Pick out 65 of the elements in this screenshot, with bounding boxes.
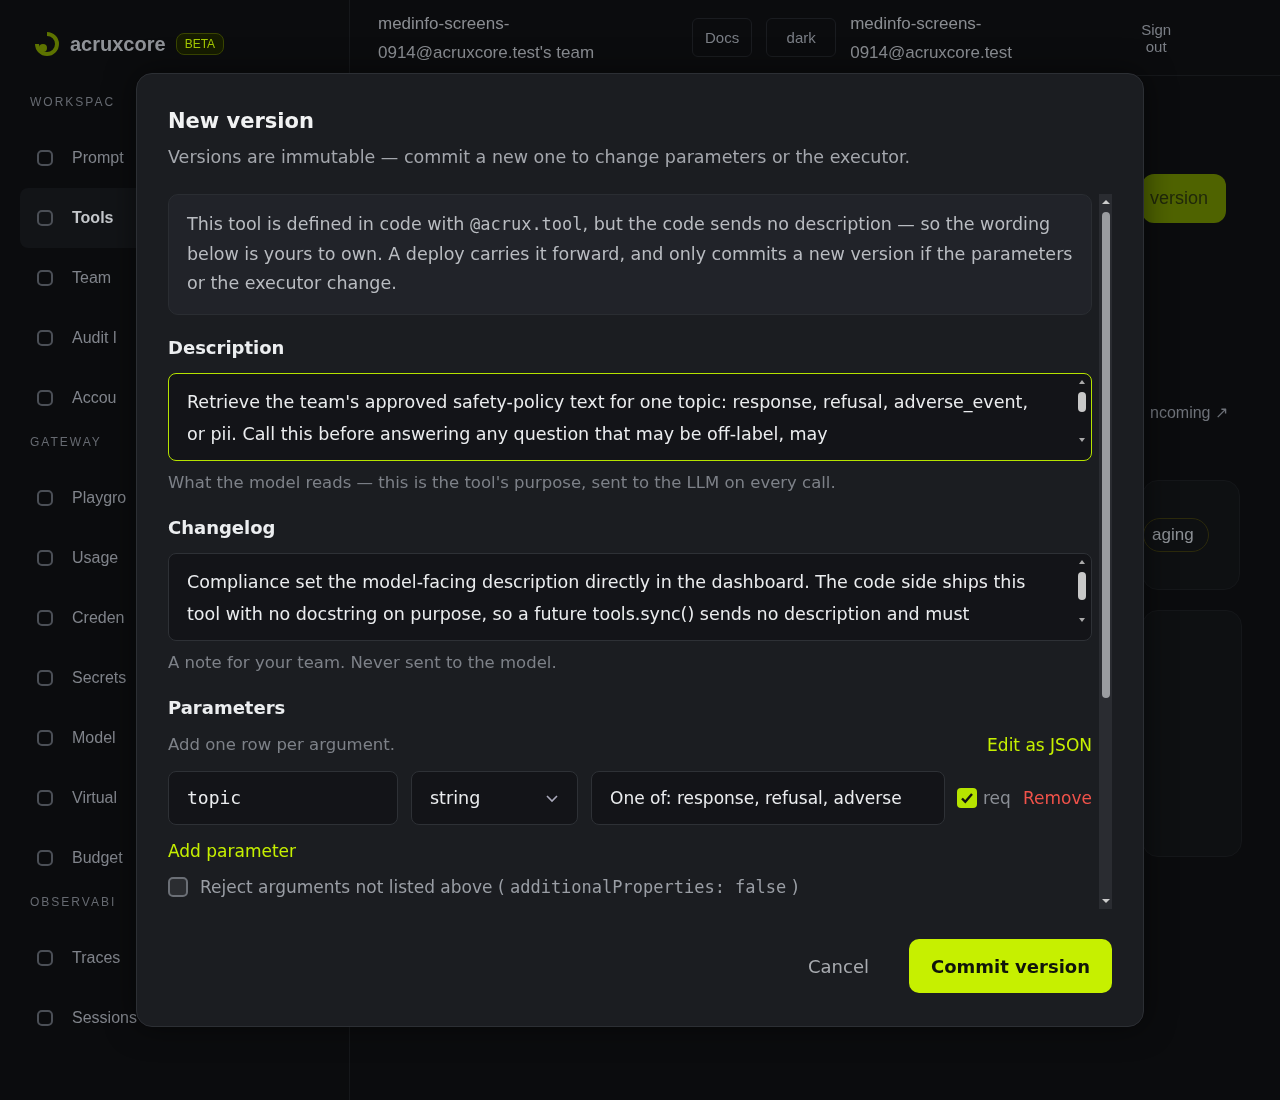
description-field[interactable]: Retrieve the team's approved safety-policy text for one topic: response, refusal, adverse_event, or pii. Call this before answering any question that may be off-label, may xyxy=(168,372,1092,461)
field-hint: A note for your team. Never sent to the model. xyxy=(168,651,558,674)
sidebar-item[interactable]: Virtual xyxy=(72,789,118,807)
sidebar-item[interactable]: Traces xyxy=(72,949,121,967)
square-icon xyxy=(36,389,54,407)
edit-as-json-link[interactable]: Edit as JSON xyxy=(987,734,1092,755)
sidebar-item[interactable]: Secrets xyxy=(72,669,127,687)
section-heading: OBSERVABI xyxy=(30,895,117,909)
field-label: Changelog xyxy=(168,515,277,540)
reject-checkbox[interactable] xyxy=(168,876,188,897)
square-icon xyxy=(36,269,54,287)
square-icon xyxy=(36,489,54,507)
sidebar-item[interactable]: Sessions xyxy=(72,1009,137,1027)
user-email: medinfo-screens-0914@acruxcore.test xyxy=(850,12,1014,64)
section-heading: GATEWAY xyxy=(30,435,102,449)
sidebar-item[interactable]: Accou xyxy=(72,389,117,407)
chevron-down-icon xyxy=(545,792,559,803)
info-note: This tool is defined in code with @acrux.tool, but the code sends no description — so the wording below is yours to own. A deploy carries it forward, and only commits a new version if the parameters or the executor change. xyxy=(168,194,1092,315)
team-name: medinfo-screens-0914@acruxcore.test's team xyxy=(378,12,596,64)
sidebar-item[interactable]: Playgro xyxy=(72,489,127,507)
sidebar-item[interactable]: Budget xyxy=(72,849,123,867)
sidebar-item[interactable]: Prompt xyxy=(72,149,124,167)
sidebar-item[interactable]: Creden xyxy=(72,609,125,627)
cancel-button[interactable]: Cancel xyxy=(802,954,875,978)
add-parameter-link[interactable]: Add parameter xyxy=(168,840,297,861)
dialog-title: New version xyxy=(168,108,315,135)
square-icon xyxy=(36,609,54,627)
brand-name: acruxcore xyxy=(70,32,166,56)
sign-out-button[interactable]: Sign out xyxy=(1124,10,1189,65)
required-label: req xyxy=(983,787,1011,808)
square-icon xyxy=(36,789,54,807)
page-link[interactable]: ncoming ↗ xyxy=(1142,403,1228,422)
beta-badge: BETA xyxy=(175,33,225,55)
parameter-name-field[interactable]: topic xyxy=(168,770,398,825)
square-icon xyxy=(36,329,54,347)
changelog-field[interactable]: Compliance set the model-facing description directly in the dashboard. The code side ships this tool with no docstring on purpose, so a future tools.sync() sends no description and must xyxy=(168,552,1092,641)
field-label: Parameters xyxy=(168,695,287,720)
sidebar-item[interactable]: Audit l xyxy=(72,329,117,347)
checkbox-label: Reject arguments not listed above ( additionalProperties: false ) xyxy=(200,876,799,897)
field-hint: What the model reads — this is the tool's purpose, sent to the LLM on every call. xyxy=(168,471,837,494)
field-hint: Add one row per argument. xyxy=(168,733,395,756)
section-heading: WORKSPAC xyxy=(30,95,116,109)
square-icon xyxy=(36,849,54,867)
logo-icon xyxy=(34,31,60,57)
sidebar-item[interactable]: Usage xyxy=(72,549,119,567)
remove-link[interactable]: Remove xyxy=(1023,787,1092,808)
type-select[interactable]: string xyxy=(411,770,578,825)
dialog-subtitle: Versions are immutable — commit a new one to change parameters or the executor. xyxy=(168,146,912,169)
scrollbar[interactable] xyxy=(1099,194,1112,909)
square-icon xyxy=(36,149,54,167)
sidebar-item[interactable]: Tools xyxy=(72,209,114,227)
required-checkbox[interactable] xyxy=(957,787,977,808)
square-icon xyxy=(36,1009,54,1027)
square-icon xyxy=(36,549,54,567)
parameter-description-field[interactable]: One of: response, refusal, adverse xyxy=(591,770,945,825)
sidebar-item[interactable]: Team xyxy=(72,269,112,287)
field-label: Description xyxy=(168,335,286,360)
sidebar-item[interactable]: Model xyxy=(72,729,116,747)
square-icon xyxy=(36,669,54,687)
commit-version-button[interactable]: Commit version xyxy=(909,939,1112,993)
theme-toggle[interactable]: dark xyxy=(766,18,837,57)
square-icon xyxy=(36,949,54,967)
square-icon xyxy=(36,209,54,227)
docs-button[interactable]: Docs xyxy=(692,18,753,57)
square-icon xyxy=(36,729,54,747)
